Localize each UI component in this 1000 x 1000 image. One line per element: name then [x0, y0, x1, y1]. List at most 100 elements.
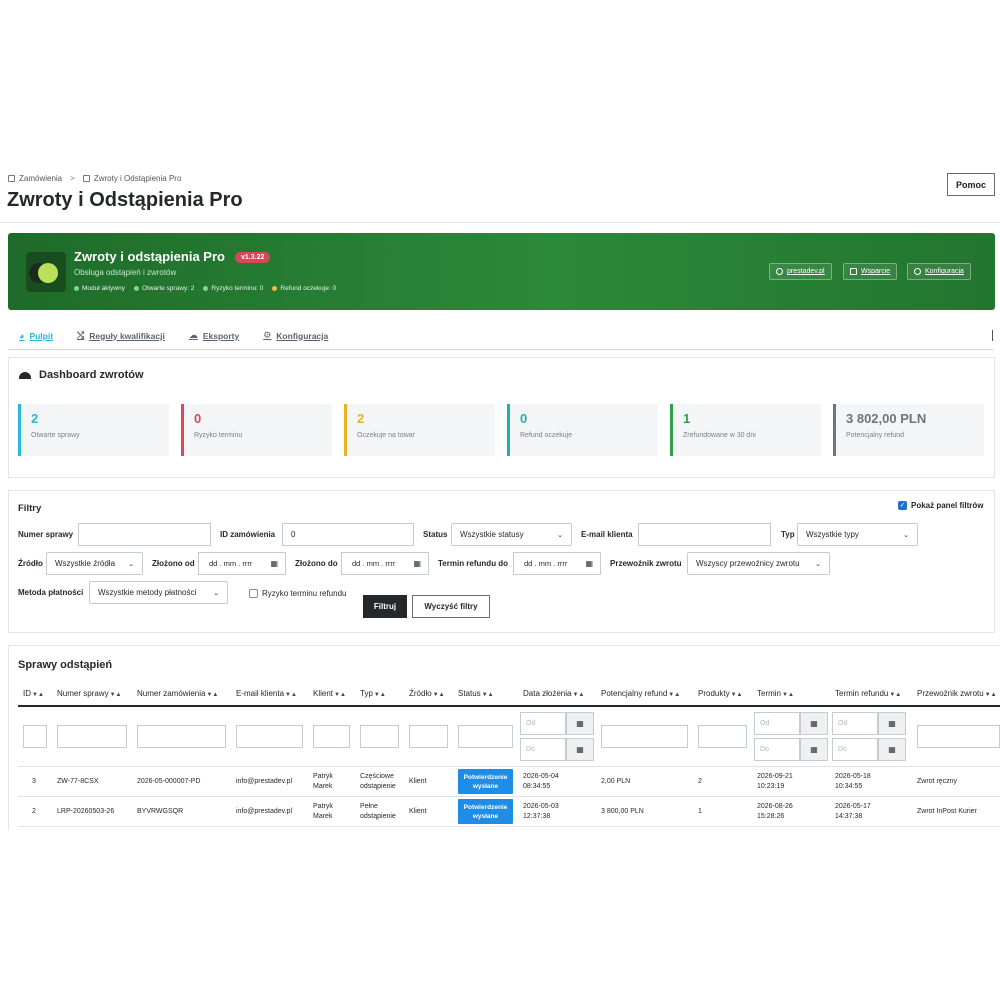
tab-label: Konfiguracja: [276, 330, 329, 341]
column-header-email[interactable]: E-mail klienta▼▲: [236, 689, 297, 698]
header-label: Potencjalny refund: [601, 689, 668, 698]
sort-arrows-icon[interactable]: ▼▲: [433, 692, 445, 698]
filter-carrier-input[interactable]: [917, 725, 1000, 748]
calendar-icon[interactable]: ▦: [878, 712, 906, 735]
refund-deadline-label: Termin refundu do: [438, 559, 509, 568]
sort-arrows-icon[interactable]: ▼▲: [731, 692, 743, 698]
date-placeholder: dd . mm . rrrr: [524, 559, 568, 568]
order-id-input[interactable]: 0: [282, 523, 414, 546]
column-header-deadline[interactable]: Termin▼▲: [757, 689, 794, 698]
filter-deadline-from-input[interactable]: Od: [754, 712, 800, 735]
sort-arrows-icon[interactable]: ▼▲: [206, 692, 218, 698]
sort-arrows-icon[interactable]: ▼▲: [572, 692, 584, 698]
cell-order-number[interactable]: BYVRWGSQR: [137, 807, 183, 817]
filter-source-input[interactable]: [409, 725, 448, 748]
checkbox-checked-icon[interactable]: ✓: [898, 501, 907, 510]
refund-deadline-date[interactable]: dd . mm . rrrr ▦: [513, 552, 601, 575]
sort-arrows-icon[interactable]: ▼▲: [285, 692, 297, 698]
calendar-icon[interactable]: ▦: [800, 738, 828, 761]
column-header-products[interactable]: Produkty▼▲: [698, 689, 742, 698]
filter-client-input[interactable]: [313, 725, 350, 748]
filter-potential-refund-input[interactable]: [601, 725, 688, 748]
filter-filed-to-input[interactable]: Do: [520, 738, 566, 761]
column-header-case-number[interactable]: Numer sprawy▼▲: [57, 689, 121, 698]
filter-case-number-input[interactable]: [57, 725, 127, 748]
filter-id-input[interactable]: [23, 725, 47, 748]
calendar-icon[interactable]: ▦: [878, 738, 906, 761]
calendar-icon[interactable]: ▦: [566, 712, 594, 735]
chevron-down-icon: ⌄: [213, 589, 219, 597]
table-header-divider: [18, 705, 1000, 707]
tab-dashboard[interactable]: ◕ Pulpit: [19, 330, 53, 341]
sort-arrows-icon[interactable]: ▼▲: [668, 692, 680, 698]
date-placeholder: dd . mm . rrrr: [352, 559, 396, 568]
clear-filters-button[interactable]: Wyczyść filtry: [412, 595, 490, 618]
header-label: ID: [23, 689, 31, 698]
sort-arrows-icon[interactable]: ▼▲: [889, 692, 901, 698]
filter-email-input[interactable]: [236, 725, 303, 748]
tab-qualification-rules[interactable]: ⤭ Reguły kwalifikacji: [77, 330, 165, 341]
row-divider: [18, 826, 1000, 827]
kpi-label: Zrefundowane w 30 dni: [683, 432, 756, 439]
column-header-refund-deadline[interactable]: Termin refundu▼▲: [835, 689, 901, 698]
filter-products-input[interactable]: [698, 725, 747, 748]
column-header-type[interactable]: Typ▼▲: [360, 689, 386, 698]
sort-arrows-icon[interactable]: ▼▲: [334, 692, 346, 698]
sort-arrows-icon[interactable]: ▼▲: [985, 692, 997, 698]
calendar-icon[interactable]: ▦: [270, 559, 278, 568]
support-button[interactable]: Wsparcie: [843, 263, 898, 280]
cell-case-number[interactable]: ZW-77-8CSX: [57, 777, 99, 787]
help-button[interactable]: Pomoc: [947, 173, 995, 196]
type-line-2: odstąpienie: [360, 813, 396, 820]
tab-exports[interactable]: ☁ Eksporty: [189, 330, 239, 341]
payment-method-select[interactable]: Wszystkie metody płatności ⌄: [89, 581, 228, 604]
banner-subtitle: Obsługa odstąpień i zwrotów: [74, 268, 177, 277]
sort-arrows-icon[interactable]: ▼▲: [782, 692, 794, 698]
show-filter-panel-toggle[interactable]: ✓ Pokaż panel filtrów: [898, 501, 983, 510]
column-header-id[interactable]: ID▼▲: [23, 689, 44, 698]
cell-order-number[interactable]: 2026-05-000007-PD: [137, 777, 200, 787]
column-header-source[interactable]: Źródło▼▲: [409, 689, 445, 698]
column-header-order-number[interactable]: Numer zamówienia▼▲: [137, 689, 218, 698]
filter-order-number-input[interactable]: [137, 725, 226, 748]
filed-to-date[interactable]: dd . mm . rrrr ▦: [341, 552, 429, 575]
tab-configuration[interactable]: ⚙ Konfiguracja: [263, 330, 328, 341]
calendar-icon[interactable]: ▦: [566, 738, 594, 761]
column-header-carrier[interactable]: Przewoźnik zwrotu▼▲: [917, 689, 997, 698]
filter-filed-from-input[interactable]: Od: [520, 712, 566, 735]
case-number-input[interactable]: [78, 523, 211, 546]
configuration-button[interactable]: Konfiguracja: [907, 263, 971, 280]
column-header-client[interactable]: Klient▼▲: [313, 689, 346, 698]
dashboard-title-text: Dashboard zwrotów: [39, 369, 144, 381]
sort-arrows-icon[interactable]: ▼▲: [374, 692, 386, 698]
filter-refund-deadline-from-input[interactable]: Od: [832, 712, 878, 735]
email-input[interactable]: [638, 523, 771, 546]
refund-risk-checkbox[interactable]: Ryzyko terminu refundu: [249, 589, 346, 598]
type-select[interactable]: Wszystkie typy ⌄: [797, 523, 918, 546]
filter-status-input[interactable]: [458, 725, 513, 748]
filed-from-date[interactable]: dd . mm . rrrr ▦: [198, 552, 286, 575]
calendar-icon[interactable]: ▦: [800, 712, 828, 735]
filter-type-input[interactable]: [360, 725, 399, 748]
prestadev-link-button[interactable]: prestadev.pl: [769, 263, 832, 280]
column-header-potential-refund[interactable]: Potencjalny refund▼▲: [601, 689, 680, 698]
cloud-download-icon: ☁: [188, 330, 198, 340]
breadcrumb-parent[interactable]: Zamówienia: [19, 174, 62, 183]
filter-deadline-to-input[interactable]: Do: [754, 738, 800, 761]
sort-arrows-icon[interactable]: ▼▲: [32, 692, 44, 698]
cell-case-number[interactable]: LRP-20260503-26: [57, 807, 114, 817]
sort-arrows-icon[interactable]: ▼▲: [110, 692, 122, 698]
column-header-status[interactable]: Status▼▲: [458, 689, 494, 698]
status-select[interactable]: Wszystkie statusy ⌄: [451, 523, 572, 546]
kpi-value: 2: [357, 411, 365, 426]
carrier-select[interactable]: Wszyscy przewoźnicy zwrotu ⌄: [687, 552, 830, 575]
filter-button[interactable]: Filtruj: [363, 595, 407, 618]
filter-refund-deadline-to-input[interactable]: Do: [832, 738, 878, 761]
sort-arrows-icon[interactable]: ▼▲: [482, 692, 494, 698]
column-header-filed-date[interactable]: Data złożenia▼▲: [523, 689, 584, 698]
calendar-icon[interactable]: ▦: [413, 559, 421, 568]
checkbox-unchecked-icon[interactable]: [249, 589, 258, 598]
calendar-icon[interactable]: ▦: [585, 559, 593, 568]
client-first-name: Patryk: [313, 803, 333, 810]
source-select[interactable]: Wszystkie źródła ⌄: [46, 552, 143, 575]
